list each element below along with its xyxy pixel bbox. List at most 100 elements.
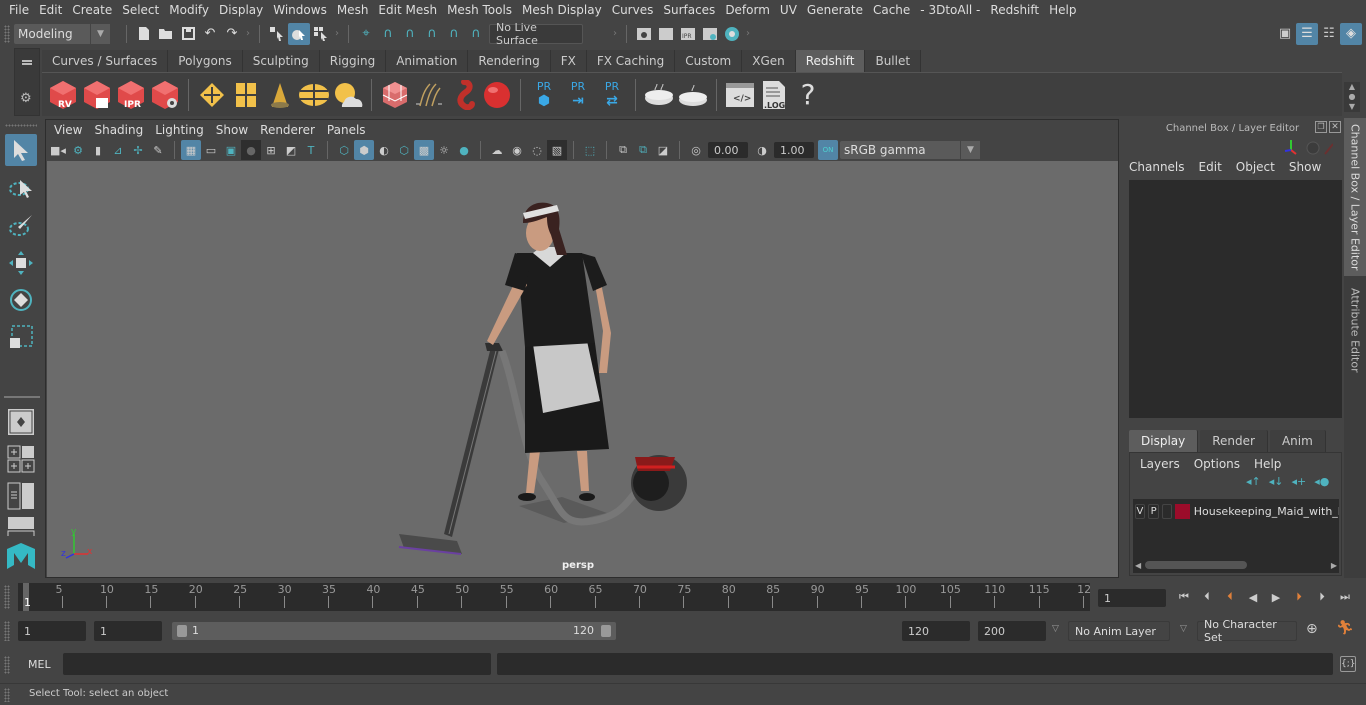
image-plane-icon[interactable]: ⊿ [108, 140, 128, 160]
float-panel-icon[interactable]: ❐ [1315, 121, 1327, 133]
channel-list[interactable] [1129, 180, 1342, 418]
menu-redshift[interactable]: Redshift [985, 3, 1044, 17]
snap-to-surface-icon[interactable]: ∩ [443, 23, 465, 45]
redshift-pie-cache-icon[interactable] [642, 77, 676, 113]
anti-aliasing-icon[interactable]: ◌ [527, 140, 547, 160]
redshift-sphere-icon[interactable] [480, 77, 514, 113]
shelf-tab-animation[interactable]: Animation [386, 50, 469, 72]
step-forward-frame-icon[interactable]: ⏵ [1312, 587, 1332, 607]
redshift-dome-light-icon[interactable] [297, 77, 331, 113]
viewport-menu-panels[interactable]: Panels [323, 123, 374, 137]
character-set-dropdown-icon[interactable]: ▽ [1180, 624, 1187, 634]
default-material-icon[interactable]: ◐ [374, 140, 394, 160]
range-start-handle[interactable] [177, 625, 187, 637]
move-layer-down-icon[interactable]: ◂↓ [1269, 475, 1284, 488]
channel-box-menu-edit[interactable]: Edit [1199, 160, 1222, 174]
gate-mask-icon[interactable]: ● [241, 140, 261, 160]
viewport-menu-renderer[interactable]: Renderer [256, 123, 323, 137]
camera-attributes-icon[interactable]: ⚙ [68, 140, 88, 160]
layer-row[interactable]: V P Housekeeping_Maid_with_D [1135, 503, 1339, 519]
menu-edit[interactable]: Edit [34, 3, 67, 17]
viewport-menu-show[interactable]: Show [212, 123, 256, 137]
resolution-gate-icon[interactable]: ▣ [221, 140, 241, 160]
menu-display[interactable]: Display [214, 3, 268, 17]
shelf-tab-curves-surfaces[interactable]: Curves / Surfaces [42, 50, 169, 72]
layer-menu-layers[interactable]: Layers [1140, 457, 1180, 471]
viewport-menu-shading[interactable]: Shading [90, 123, 151, 137]
depth-of-field-icon[interactable]: ▧ [547, 140, 567, 160]
select-tool-icon[interactable] [5, 134, 37, 166]
rotate-tool-icon[interactable] [5, 284, 37, 316]
render-settings-icon[interactable] [699, 23, 721, 45]
render-current-frame-icon[interactable] [655, 23, 677, 45]
exposure-field[interactable]: 0.00 [708, 142, 748, 158]
scale-tool-icon[interactable] [5, 321, 37, 353]
select-camera-icon[interactable]: ■◂ [48, 140, 68, 160]
xray-joints-icon[interactable]: ◪ [653, 140, 673, 160]
shelf-tab-bullet[interactable]: Bullet [865, 50, 922, 72]
undo-icon[interactable]: ↶ [199, 23, 221, 45]
new-scene-icon[interactable] [133, 23, 155, 45]
step-forward-key-icon[interactable]: ⏵ [1289, 587, 1309, 607]
menu-cache[interactable]: Cache [868, 3, 915, 17]
move-layer-up-icon[interactable]: ◂↑ [1246, 475, 1261, 488]
playback-end-field[interactable]: 120 [902, 621, 970, 641]
close-panel-icon[interactable]: ✕ [1329, 121, 1341, 133]
scroll-right-icon[interactable]: ▶ [1331, 561, 1337, 570]
color-management-toggle[interactable]: ON [818, 140, 838, 160]
character-set-select[interactable]: No Character Set [1197, 618, 1297, 644]
wireframe-on-shaded-icon[interactable]: ⬡ [394, 140, 414, 160]
channel-box-menu-show[interactable]: Show [1289, 160, 1321, 174]
shelf-tab-sculpting[interactable]: Sculpting [242, 50, 320, 72]
redshift-physical-light-icon[interactable] [229, 77, 263, 113]
layer-list-hscrollbar[interactable]: ◀ ▶ [1135, 559, 1337, 571]
animation-preferences-icon[interactable]: 🏃︎ [1336, 620, 1354, 636]
redshift-volume-icon[interactable] [446, 77, 480, 113]
snap-to-view-plane-icon[interactable]: ∩ [421, 23, 443, 45]
step-back-frame-icon[interactable]: ⏴ [1197, 587, 1217, 607]
snap-to-point-icon[interactable]: ∩ [399, 23, 421, 45]
grease-pencil-icon[interactable]: ✎ [148, 140, 168, 160]
auto-key-icon[interactable]: ⊕ [1306, 621, 1318, 637]
outliner-persp-layout-icon[interactable] [5, 480, 37, 512]
safe-title-icon[interactable]: T [301, 140, 321, 160]
exposure-icon[interactable]: ◎ [686, 140, 706, 160]
shelf-scroll[interactable]: ▲ ● ▼ [1344, 82, 1360, 112]
layer-menu-options[interactable]: Options [1194, 457, 1240, 471]
redshift-sun-sky-icon[interactable] [331, 77, 365, 113]
layer-color-swatch[interactable] [1175, 503, 1190, 519]
shelf-tab-xgen[interactable]: XGen [742, 50, 796, 72]
shelf-settings-icon[interactable]: ⚙ [20, 91, 32, 106]
playback-start-field[interactable]: 1 [94, 621, 162, 641]
modeling-toolkit-icon[interactable]: ▣ [1274, 23, 1296, 45]
smooth-shade-icon[interactable]: ⬢ [354, 140, 374, 160]
four-view-layout-icon[interactable] [5, 443, 37, 475]
redshift-pie-icon[interactable] [676, 77, 710, 113]
field-chart-icon[interactable]: ⊞ [261, 140, 281, 160]
live-surface-field[interactable]: No Live Surface [489, 21, 583, 47]
menu-file[interactable]: File [4, 3, 34, 17]
layer-tab-display[interactable]: Display [1129, 430, 1199, 452]
scroll-up-icon[interactable]: ▲ [1349, 82, 1355, 91]
motion-blur-icon[interactable]: ◉ [507, 140, 527, 160]
shadows-icon[interactable]: ● [454, 140, 474, 160]
screen-space-ao-icon[interactable]: ☁ [487, 140, 507, 160]
play-forwards-icon[interactable]: ▶ [1266, 587, 1286, 607]
menu-deform[interactable]: Deform [720, 3, 775, 17]
time-ruler[interactable]: 1 5 10 15 20 25 30 35 40 45 50 55 60 65 70 75 80 85 90 95 1… [18, 583, 1091, 611]
shelf-tab-custom[interactable]: Custom [675, 50, 743, 72]
redshift-render-settings-icon[interactable] [148, 77, 182, 113]
2d-pan-zoom-icon[interactable]: ✢ [128, 140, 148, 160]
command-input[interactable] [63, 653, 491, 675]
collapse-arrow-icon[interactable]: › [335, 28, 339, 39]
range-slider-bar[interactable]: 1 120 [172, 622, 616, 640]
shelf-tab-fx[interactable]: FX [550, 50, 587, 72]
shelf-tab-polygons[interactable]: Polygons [168, 50, 243, 72]
script-editor-icon[interactable]: {;} [1340, 656, 1356, 672]
paint-select-tool-icon[interactable] [5, 210, 37, 242]
mode-selector[interactable]: Modeling ▼ [14, 23, 110, 44]
select-by-component-icon[interactable] [310, 23, 332, 45]
animation-end-field[interactable]: 200 [978, 621, 1046, 641]
move-tool-icon[interactable] [5, 247, 37, 279]
new-empty-layer-icon[interactable]: ◂+ [1292, 475, 1307, 488]
